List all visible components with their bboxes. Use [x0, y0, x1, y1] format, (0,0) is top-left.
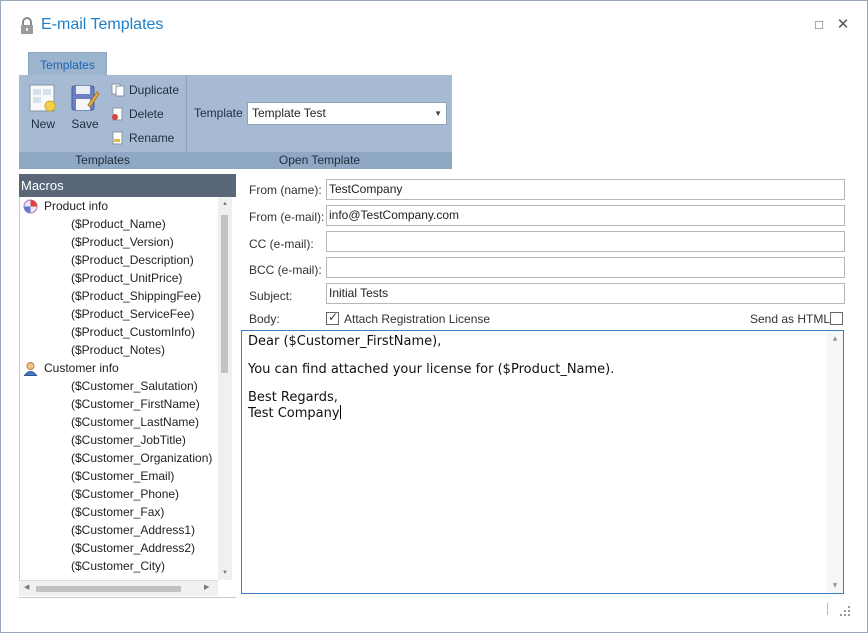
- macros-tree[interactable]: Product info ($Product_Name) ($Product_V…: [19, 197, 218, 580]
- title-bar: E-mail Templates □ ✕: [1, 1, 867, 49]
- macro-item[interactable]: ($Product_ServiceFee): [20, 305, 218, 323]
- ribbon: New Save Duplicate Delete Rename Templat…: [19, 75, 452, 169]
- subject-label: Subject:: [249, 289, 293, 303]
- window-title: E-mail Templates: [41, 16, 164, 33]
- bcc-field[interactable]: [326, 257, 845, 278]
- macro-item[interactable]: ($Product_Version): [20, 233, 218, 251]
- macro-item[interactable]: ($Customer_LastName): [20, 413, 218, 431]
- macro-item[interactable]: ($Customer_City): [20, 557, 218, 575]
- save-button[interactable]: Save: [63, 81, 107, 147]
- checkmark-icon: ✓: [328, 310, 339, 324]
- macro-item[interactable]: ($Customer_Organization): [20, 449, 218, 467]
- macro-group-customer-info[interactable]: Customer info: [20, 359, 218, 377]
- lock-icon: [21, 17, 33, 34]
- macro-item[interactable]: ($Customer_Address1): [20, 521, 218, 539]
- scroll-up-icon[interactable]: ▲: [827, 335, 843, 342]
- resize-grip-icon[interactable]: [839, 605, 851, 617]
- body-editor[interactable]: Dear ($Customer_FirstName), You can find…: [241, 330, 844, 594]
- customer-info-icon: [23, 362, 38, 376]
- tab-templates[interactable]: Templates: [28, 52, 107, 76]
- macro-group-label: Customer info: [44, 361, 119, 375]
- macro-item[interactable]: ($Product_Name): [20, 215, 218, 233]
- status-divider: [827, 603, 828, 615]
- cc-field[interactable]: [326, 231, 845, 252]
- delete-label: Delete: [129, 107, 164, 121]
- macro-item[interactable]: ($Customer_Fax): [20, 503, 218, 521]
- ribbon-group-templates-label: Templates: [75, 153, 130, 167]
- body-line: [248, 377, 843, 391]
- body-label: Body:: [249, 312, 280, 326]
- macro-item[interactable]: ($Customer_Salutation): [20, 377, 218, 395]
- scroll-right-icon[interactable]: ▶: [204, 583, 209, 591]
- duplicate-label: Duplicate: [129, 83, 180, 97]
- save-button-label: Save: [71, 117, 99, 131]
- minimize-icon[interactable]: □: [811, 17, 827, 33]
- body-vertical-scrollbar[interactable]: ▲ ▼: [827, 331, 843, 593]
- send-as-html-label: Send as HTML: [750, 312, 831, 326]
- scroll-up-icon[interactable]: ▲: [218, 201, 232, 207]
- scroll-left-icon[interactable]: ◀: [24, 583, 29, 591]
- bcc-label: BCC (e-mail):: [249, 263, 322, 277]
- close-icon[interactable]: ✕: [835, 17, 851, 33]
- macro-item[interactable]: ($Product_UnitPrice): [20, 269, 218, 287]
- template-selected-value: Template Test: [252, 106, 326, 120]
- scroll-down-icon[interactable]: ▼: [827, 582, 843, 589]
- ribbon-group-separator: [186, 75, 187, 152]
- product-info-icon: [23, 199, 38, 214]
- macro-item[interactable]: ($Customer_JobTitle): [20, 431, 218, 449]
- macro-group-label: Product info: [44, 199, 109, 213]
- macros-header: Macros: [19, 174, 236, 197]
- ribbon-group-open-template-label: Open Template: [278, 153, 361, 167]
- macros-vertical-scrollbar[interactable]: ▲ ▼: [218, 197, 232, 580]
- new-button-label: New: [30, 117, 55, 131]
- body-line: [248, 349, 843, 363]
- macro-item[interactable]: ($Product_Description): [20, 251, 218, 269]
- macro-item[interactable]: ($Product_ShippingFee): [20, 287, 218, 305]
- macro-item[interactable]: ($Product_CustomInfo): [20, 323, 218, 341]
- rename-label: Rename: [129, 131, 175, 145]
- new-button[interactable]: New: [21, 81, 65, 147]
- macros-bottom-border: [19, 597, 236, 598]
- send-as-html-checkbox[interactable]: [830, 312, 843, 325]
- attach-license-label: Attach Registration License: [344, 312, 491, 326]
- macros-vertical-scroll-thumb[interactable]: [221, 215, 228, 373]
- macro-item[interactable]: ($Customer_Phone): [20, 485, 218, 503]
- macro-group-product-info[interactable]: Product info: [20, 197, 218, 215]
- body-line-text: Test Company: [248, 406, 340, 421]
- email-templates-window: E-mail Templates □ ✕ Templates New Save …: [0, 0, 868, 633]
- chevron-down-icon: ▼: [434, 109, 442, 118]
- from-name-label: From (name):: [249, 183, 322, 197]
- duplicate-icon: [111, 83, 125, 97]
- body-line: You can find attached your license for (…: [248, 362, 615, 377]
- template-dropdown[interactable]: Template Test ▼: [247, 102, 447, 125]
- attach-license-checkbox[interactable]: ✓: [326, 310, 339, 325]
- from-email-label: From (e-mail):: [249, 210, 325, 224]
- scroll-down-icon[interactable]: ▼: [218, 570, 232, 576]
- from-name-field[interactable]: TestCompany: [326, 179, 845, 200]
- rename-icon: [112, 131, 123, 145]
- body-line-last: Test Company: [248, 405, 843, 421]
- macro-item[interactable]: ($Product_Notes): [20, 341, 218, 359]
- new-document-icon: [29, 84, 56, 112]
- macros-horizontal-scroll-thumb[interactable]: [36, 586, 181, 592]
- macro-item[interactable]: ($Customer_Address2): [20, 539, 218, 557]
- body-line: Best Regards,: [248, 390, 338, 405]
- macros-horizontal-scrollbar[interactable]: ◀ ▶: [19, 580, 218, 596]
- subject-field[interactable]: Initial Tests: [326, 283, 845, 304]
- macro-item[interactable]: ($Customer_Email): [20, 467, 218, 485]
- cc-label: CC (e-mail):: [249, 237, 314, 251]
- ribbon-footer: Templates Open Template: [19, 152, 452, 169]
- from-email-field[interactable]: info@TestCompany.com: [326, 205, 845, 226]
- body-line: Dear ($Customer_FirstName),: [248, 334, 442, 349]
- text-caret: [339, 405, 341, 419]
- template-label: Template: [194, 106, 243, 120]
- macro-item[interactable]: ($Customer_FirstName): [20, 395, 218, 413]
- delete-icon: [112, 107, 123, 121]
- save-icon: [71, 85, 100, 111]
